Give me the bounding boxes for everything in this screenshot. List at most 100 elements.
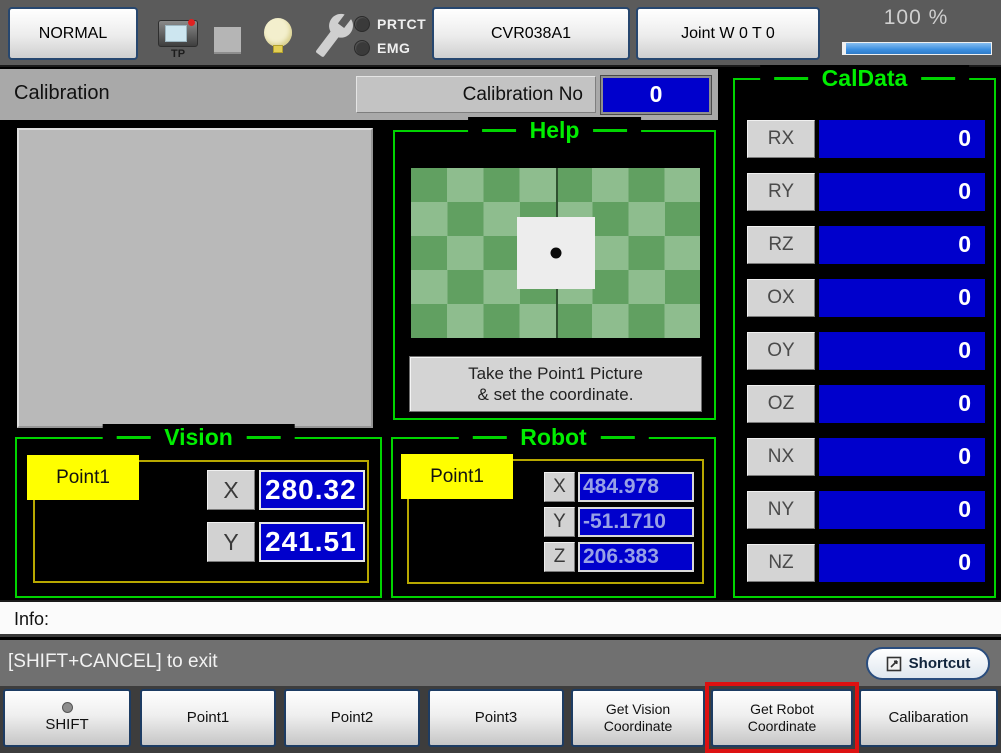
tp-label: TP xyxy=(156,48,200,60)
caldata-oz-value: 0 xyxy=(819,385,985,423)
robot-x-value: 484.978 xyxy=(578,472,694,502)
caldata-row: NZ 0 xyxy=(735,544,994,582)
function-key-bar: SHIFT Point1 Point2 Point3 Get Vision Co… xyxy=(0,686,1001,753)
point2-key[interactable]: Point2 xyxy=(284,689,420,747)
lamp-base xyxy=(273,45,283,53)
legend-dash xyxy=(472,436,506,439)
legend-dash xyxy=(774,77,808,80)
legend-dash xyxy=(921,77,955,80)
caldata-row: RY 0 xyxy=(735,173,994,211)
help-instruction: Take the Point1 Picture & set the coordi… xyxy=(409,356,702,412)
robot-x-label: X xyxy=(544,472,575,502)
get-vision-line2: Coordinate xyxy=(604,718,673,736)
robot-groupbox: Robot Point1 X 484.978 Y -51.1710 Z 206.… xyxy=(391,437,716,598)
prtct-label: PRTCT xyxy=(377,16,426,32)
program-name-button[interactable]: CVR038A1 xyxy=(432,7,630,60)
target-center-dot xyxy=(550,248,561,259)
speed-override: 100 % xyxy=(836,6,996,62)
robot-z-label: Z xyxy=(544,542,575,572)
caldata-oy-label: OY xyxy=(747,332,815,370)
emg-label: EMG xyxy=(377,40,410,56)
calibration-no-label: Calibration No xyxy=(356,76,596,113)
calibaration-key[interactable]: Calibaration xyxy=(859,689,998,747)
point3-key[interactable]: Point3 xyxy=(428,689,564,747)
robot-z-value: 206.383 xyxy=(578,542,694,572)
vision-point-tag: Point1 xyxy=(27,455,139,500)
get-vision-line1: Get Vision xyxy=(606,701,670,719)
shift-key-label: SHIFT xyxy=(45,716,88,735)
caldata-rx-label: RX xyxy=(747,120,815,158)
teach-pendant-icon[interactable]: TP xyxy=(156,20,200,60)
caldata-nz-label: NZ xyxy=(747,544,815,582)
calibaration-key-label: Calibaration xyxy=(888,709,968,728)
coordinate-mode-button[interactable]: Joint W 0 T 0 xyxy=(636,7,820,60)
robot-point-tag: Point1 xyxy=(401,454,513,499)
stop-square-icon[interactable] xyxy=(214,27,241,54)
vision-y-value: 241.51 xyxy=(259,522,365,562)
info-label: Info: xyxy=(14,609,49,630)
vision-title: Vision xyxy=(164,424,233,451)
safety-indicators: PRTCT EMG xyxy=(354,14,426,62)
lamp-icon[interactable] xyxy=(264,18,292,58)
caldata-row: NX 0 xyxy=(735,438,994,476)
legend-dash xyxy=(247,436,281,439)
calibration-target-image xyxy=(411,168,700,338)
status-bar: [SHIFT+CANCEL] to exit Shortcut xyxy=(0,640,1001,686)
get-robot-coordinate-key[interactable]: Get Robot Coordinate xyxy=(711,689,853,747)
shortcut-label: Shortcut xyxy=(909,655,971,672)
caldata-row: OY 0 xyxy=(735,332,994,370)
caldata-ox-label: OX xyxy=(747,279,815,317)
caldata-row: RZ 0 xyxy=(735,226,994,264)
speed-percent-label: 100 % xyxy=(836,6,996,30)
status-message: [SHIFT+CANCEL] to exit xyxy=(8,651,218,673)
help-instruction-line1: Take the Point1 Picture xyxy=(410,363,701,384)
get-robot-line1: Get Robot xyxy=(750,701,814,719)
legend-dash xyxy=(116,436,150,439)
help-instruction-line2: & set the coordinate. xyxy=(410,384,701,405)
get-robot-line2: Coordinate xyxy=(748,718,817,736)
point1-key[interactable]: Point1 xyxy=(140,689,276,747)
legend-dash xyxy=(601,436,635,439)
prtct-led xyxy=(354,16,370,32)
get-vision-coordinate-key[interactable]: Get Vision Coordinate xyxy=(571,689,705,747)
shift-key[interactable]: SHIFT xyxy=(3,689,131,747)
emg-led xyxy=(354,40,370,56)
robot-title: Robot xyxy=(520,424,586,451)
camera-record-dot xyxy=(188,19,195,26)
info-bar: Info: xyxy=(0,600,1001,637)
caldata-ny-value: 0 xyxy=(819,491,985,529)
wrench-icon[interactable] xyxy=(309,8,359,62)
caldata-nx-label: NX xyxy=(747,438,815,476)
legend-dash xyxy=(482,129,516,132)
caldata-nz-value: 0 xyxy=(819,544,985,582)
caldata-row: NY 0 xyxy=(735,491,994,529)
robot-y-value: -51.1710 xyxy=(578,507,694,537)
speed-progress-fill xyxy=(846,43,991,54)
caldata-rz-value: 0 xyxy=(819,226,985,264)
calibration-no-field[interactable]: 0 xyxy=(601,76,711,114)
camera-icon xyxy=(158,20,198,47)
shortcut-button[interactable]: Shortcut xyxy=(866,647,990,680)
caldata-ny-label: NY xyxy=(747,491,815,529)
caldata-rz-label: RZ xyxy=(747,226,815,264)
caldata-nx-value: 0 xyxy=(819,438,985,476)
help-groupbox: Help Take the Point1 Picture & set the c… xyxy=(393,130,716,420)
point1-key-label: Point1 xyxy=(187,709,230,728)
shift-led-icon xyxy=(62,702,73,713)
vision-y-label: Y xyxy=(207,522,255,562)
vision-x-value: 280.32 xyxy=(259,470,365,510)
caldata-oy-value: 0 xyxy=(819,332,985,370)
robot-y-label: Y xyxy=(544,507,575,537)
top-bar: NORMAL TP PRTCT EMG CVR0 xyxy=(0,0,1001,67)
caldata-rx-value: 0 xyxy=(819,120,985,158)
caldata-groupbox: CalData RX 0 RY 0 RZ 0 OX 0 OY 0 OZ 0 NX xyxy=(733,78,996,598)
page-title: Calibration xyxy=(14,82,110,105)
vision-groupbox: Vision Point1 X 280.32 Y 241.51 xyxy=(15,437,382,598)
shortcut-icon xyxy=(886,656,902,672)
caldata-ox-value: 0 xyxy=(819,279,985,317)
vision-x-label: X xyxy=(207,470,255,510)
legend-dash xyxy=(593,129,627,132)
mode-button[interactable]: NORMAL xyxy=(8,7,138,60)
teach-pendant-screen: NORMAL TP PRTCT EMG CVR0 xyxy=(0,0,1001,753)
point2-key-label: Point2 xyxy=(331,709,374,728)
